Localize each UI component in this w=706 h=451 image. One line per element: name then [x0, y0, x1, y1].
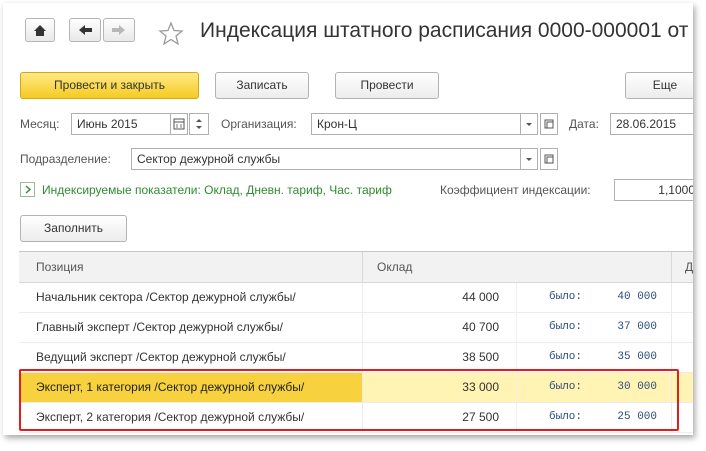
home-button[interactable]	[25, 18, 55, 42]
salary-cell: 40 700	[462, 320, 499, 334]
department-label: Подразделение:	[20, 152, 111, 166]
column-header-salary[interactable]: Оклад	[377, 252, 657, 282]
month-field[interactable]: Июнь 2015	[71, 113, 171, 135]
month-spinner[interactable]	[189, 113, 209, 135]
expand-indicators-button[interactable]	[20, 182, 35, 197]
highlight-box	[19, 369, 679, 431]
column-header-position[interactable]: Позиция	[36, 252, 356, 282]
department-open-button[interactable]	[540, 148, 558, 170]
position-cell: Ведущий эксперт /Сектор дежурной службы/	[36, 350, 286, 364]
table-header: Позиция Оклад Д	[19, 252, 693, 283]
arrow-right-icon	[112, 25, 125, 35]
salary-cell: 44 000	[462, 290, 499, 304]
was-value: 40 000	[617, 291, 657, 303]
back-button[interactable]	[69, 18, 101, 42]
month-label: Месяц:	[20, 117, 60, 131]
calendar-button[interactable]	[170, 113, 188, 135]
fill-button[interactable]: Заполнить	[20, 215, 127, 242]
was-value: 37 000	[617, 321, 657, 333]
was-label: было:	[549, 321, 583, 333]
index-coefficient-field[interactable]: 1,1000	[614, 179, 693, 201]
department-dropdown-button[interactable]	[520, 148, 538, 170]
column-divider	[671, 252, 672, 282]
date-label: Дата:	[569, 117, 599, 131]
home-icon	[34, 25, 46, 36]
chevron-down-icon	[526, 123, 532, 126]
spin-icon	[196, 119, 202, 129]
department-field[interactable]: Сектор дежурной службы	[131, 148, 521, 170]
forward-button[interactable]	[103, 18, 135, 42]
position-cell: Начальник сектора /Сектор дежурной служб…	[36, 290, 296, 304]
star-icon[interactable]	[158, 21, 184, 45]
calendar-icon	[173, 118, 185, 130]
was-label: было:	[549, 351, 583, 363]
was-value: 35 000	[617, 351, 657, 363]
column-divider	[362, 252, 363, 282]
organization-field[interactable]: Крон-Ц	[311, 113, 521, 135]
organization-dropdown-button[interactable]	[520, 113, 538, 135]
page-title: Индексация штатного расписания 0000-0000…	[200, 19, 689, 42]
was-label: было:	[549, 291, 583, 303]
table-row[interactable]: Главный эксперт /Сектор дежурной службы/…	[19, 313, 693, 343]
salary-cell: 38 500	[462, 350, 499, 364]
open-icon	[544, 154, 554, 164]
chevron-down-icon	[526, 158, 532, 161]
organization-label: Организация:	[221, 117, 297, 131]
table-row[interactable]: Начальник сектора /Сектор дежурной служб…	[19, 283, 693, 313]
more-button[interactable]: Еще	[625, 72, 693, 99]
position-cell: Главный эксперт /Сектор дежурной службы/	[36, 320, 283, 334]
post-and-close-button[interactable]: Провести и закрыть	[20, 72, 199, 99]
column-header-d[interactable]: Д	[685, 252, 693, 282]
document-window: Индексация штатного расписания 0000-0000…	[3, 3, 693, 435]
arrow-left-icon	[79, 25, 92, 35]
date-field[interactable]: 28.06.2015	[610, 113, 693, 135]
indexed-indicators-link[interactable]: Индексируемые показатели: Оклад, Дневн. …	[42, 183, 392, 197]
post-button[interactable]: Провести	[335, 72, 439, 99]
chevron-right-icon	[25, 185, 32, 194]
index-coefficient-label: Коэффициент индексации:	[440, 183, 591, 197]
organization-open-button[interactable]	[540, 113, 558, 135]
open-icon	[544, 119, 554, 129]
save-button[interactable]: Записать	[215, 72, 309, 99]
